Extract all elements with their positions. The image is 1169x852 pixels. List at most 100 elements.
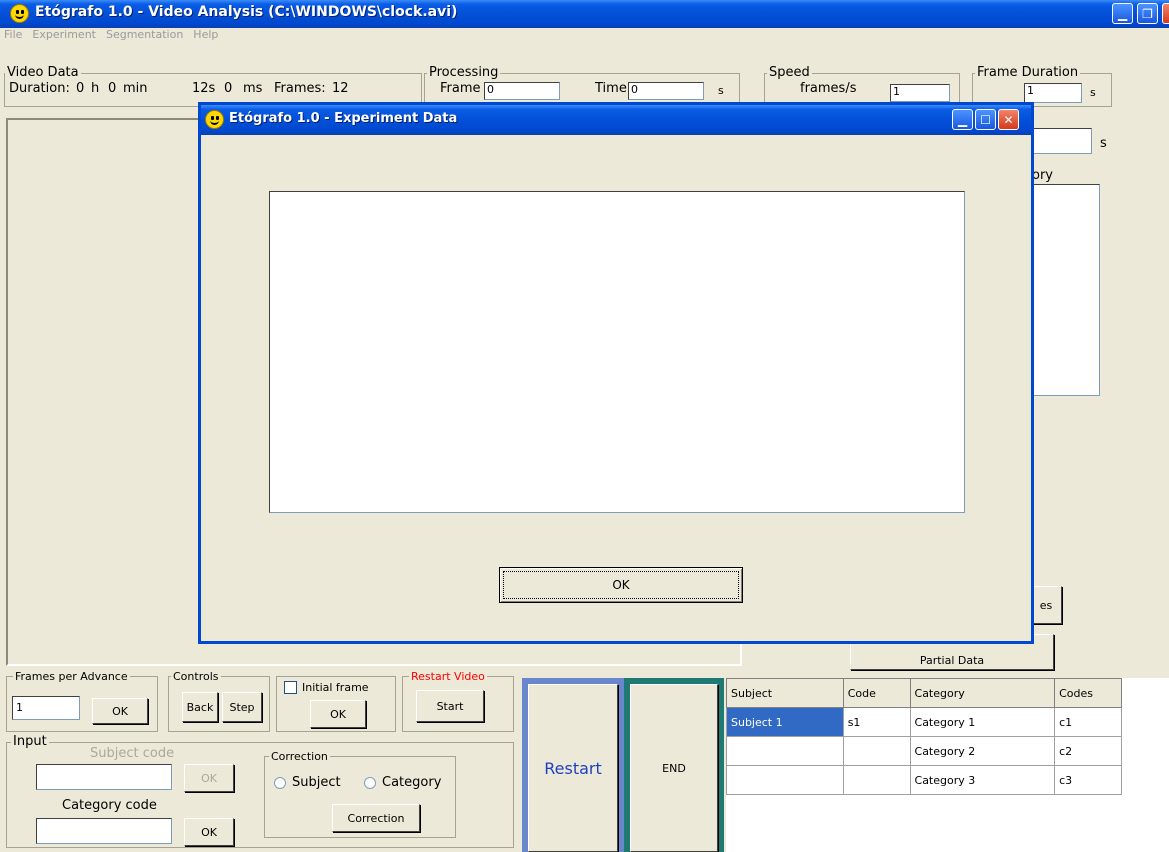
processing-legend: Processing xyxy=(427,65,501,81)
close-button[interactable]: ✕ xyxy=(1162,3,1169,24)
category-code-label: Category code xyxy=(62,798,157,813)
subject-code-input[interactable] xyxy=(36,764,172,790)
frame-duration-field[interactable]: 1 xyxy=(1024,83,1082,103)
duration-seconds: 12s xyxy=(192,81,216,96)
partial-button-behind[interactable]: es xyxy=(1030,586,1062,624)
minimize-icon: ▁ xyxy=(1117,6,1128,21)
minimize-icon: ▁ xyxy=(957,112,968,127)
header-code[interactable]: Code xyxy=(842,678,911,708)
dialog-ok-button[interactable]: OK xyxy=(499,567,743,603)
menu-help[interactable]: Help xyxy=(193,28,218,41)
category-code-input[interactable] xyxy=(36,818,172,844)
frame-field[interactable]: 0 xyxy=(484,82,560,100)
right-s-label: s xyxy=(1100,136,1107,151)
window-title: Etógrafo 1.0 - Video Analysis (C:\WINDOW… xyxy=(35,4,458,20)
menu-bar: File Experiment Segmentation Help xyxy=(0,28,1169,44)
category-code-ok-button[interactable]: OK xyxy=(184,818,234,846)
table-cell[interactable] xyxy=(842,736,911,766)
smiley-dialog-icon xyxy=(205,110,224,129)
end-frame: END xyxy=(624,678,724,852)
table-cell[interactable]: Category 1 xyxy=(909,707,1056,737)
back-button[interactable]: Back xyxy=(182,692,218,722)
table-cell[interactable]: Category 2 xyxy=(909,736,1056,766)
frames-label: Frames: xyxy=(274,81,326,96)
duration-hours: 0 xyxy=(76,81,85,96)
menu-segmentation[interactable]: Segmentation xyxy=(106,28,183,41)
smiley-app-icon xyxy=(10,4,29,23)
category-radio-label: Category xyxy=(382,775,442,790)
speed-field[interactable]: 1 xyxy=(890,84,950,102)
restore-button[interactable]: ❐ xyxy=(1137,3,1158,24)
category-list[interactable] xyxy=(1030,184,1100,396)
correction-legend: Correction xyxy=(269,749,330,765)
correction-button[interactable]: Correction xyxy=(332,804,420,832)
end-label: END xyxy=(662,761,686,775)
initial-frame-ok-label: OK xyxy=(330,707,346,721)
table-cell[interactable]: s1 xyxy=(842,707,911,737)
category-code-ok-label: OK xyxy=(201,825,217,839)
hours-unit: h xyxy=(91,81,100,96)
table-cell[interactable]: c1 xyxy=(1054,707,1122,737)
frames-per-advance-ok-label: OK xyxy=(112,704,128,718)
table-header-row: Subject Code Category Codes xyxy=(726,678,1122,708)
table-cell[interactable]: Subject 1 xyxy=(726,707,844,737)
start-button[interactable]: Start xyxy=(416,690,484,722)
start-label: Start xyxy=(436,699,464,713)
step-button[interactable]: Step xyxy=(222,692,262,722)
header-category[interactable]: Category xyxy=(909,678,1056,708)
dialog-close-button[interactable]: ✕ xyxy=(998,109,1019,130)
restart-button[interactable]: Restart xyxy=(528,684,618,852)
table-cell[interactable] xyxy=(726,736,844,766)
right-time-field[interactable] xyxy=(1030,128,1092,154)
menu-experiment[interactable]: Experiment xyxy=(32,28,96,41)
data-table: Subject Code Category Codes Subject 1 s1… xyxy=(726,678,1122,795)
table-cell[interactable]: c3 xyxy=(1054,765,1122,795)
subject-code-ok-button[interactable]: OK xyxy=(184,764,234,792)
experiment-data-textarea[interactable] xyxy=(269,191,965,513)
dialog-title-bar[interactable]: Etógrafo 1.0 - Experiment Data ▁ ☐ ✕ xyxy=(201,105,1031,135)
time-label: Time xyxy=(595,81,627,96)
header-subject[interactable]: Subject xyxy=(726,678,844,708)
time-field[interactable]: 0 xyxy=(628,82,704,100)
category-radio[interactable] xyxy=(364,777,376,789)
subject-radio[interactable] xyxy=(274,777,286,789)
subject-code-ok-label: OK xyxy=(201,771,217,785)
category-list-label: ory xyxy=(1032,168,1053,183)
header-codes[interactable]: Codes xyxy=(1054,678,1122,708)
speed-label: frames/s xyxy=(800,81,857,96)
subject-radio-label: Subject xyxy=(292,775,341,790)
partial-button-label: es xyxy=(1039,598,1053,612)
dialog-ok-label: OK xyxy=(503,571,739,599)
frames-per-advance-field[interactable]: 1 xyxy=(12,696,80,720)
speed-legend: Speed xyxy=(767,65,812,81)
table-cell[interactable] xyxy=(842,765,911,795)
initial-frame-checkbox[interactable] xyxy=(284,681,297,694)
table-cell[interactable] xyxy=(726,765,844,795)
table-row[interactable]: Subject 1 s1 Category 1 c1 xyxy=(726,707,1122,737)
duration-label: Duration: xyxy=(9,81,70,96)
correction-button-label: Correction xyxy=(347,811,405,825)
data-grid: Subject Code Category Codes Subject 1 s1… xyxy=(726,678,1169,852)
restart-frame: Restart xyxy=(522,678,624,852)
duration-ms: 0 xyxy=(224,81,233,96)
dialog-maximize-button[interactable]: ☐ xyxy=(975,109,996,130)
close-icon: ✕ xyxy=(1003,112,1014,127)
table-row[interactable]: Category 2 c2 xyxy=(726,736,1122,766)
frame-label: Frame xyxy=(440,81,481,96)
main-title-bar[interactable]: Etógrafo 1.0 - Video Analysis (C:\WINDOW… xyxy=(0,0,1169,28)
frames-per-advance-ok-button[interactable]: OK xyxy=(92,698,148,724)
partial-data-label: Partial Data xyxy=(919,654,985,667)
frames-count: 12 xyxy=(332,81,349,96)
table-row[interactable]: Category 3 c3 xyxy=(726,765,1122,795)
menu-file[interactable]: File xyxy=(4,28,22,41)
frames-per-advance-legend: Frames per Advance xyxy=(13,669,130,685)
controls-legend: Controls xyxy=(171,669,221,685)
table-cell[interactable]: Category 3 xyxy=(909,765,1056,795)
dialog-minimize-button[interactable]: ▁ xyxy=(952,109,973,130)
initial-frame-ok-button[interactable]: OK xyxy=(310,700,366,728)
minutes-unit: min xyxy=(123,81,148,96)
end-button[interactable]: END xyxy=(630,684,718,852)
initial-frame-label: Initial frame xyxy=(302,681,369,694)
minimize-button[interactable]: ▁ xyxy=(1112,3,1133,24)
table-cell[interactable]: c2 xyxy=(1054,736,1122,766)
